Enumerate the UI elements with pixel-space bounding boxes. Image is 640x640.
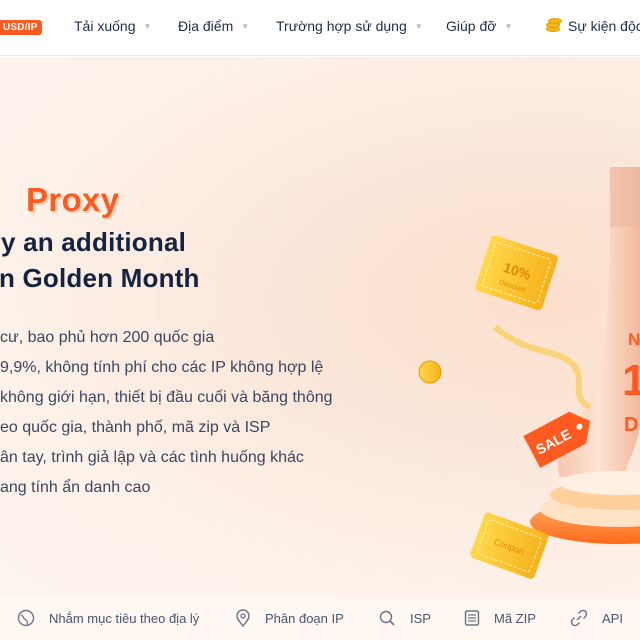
- link-label: Mã ZIP: [494, 610, 536, 626]
- chevron-down-icon: ▼: [414, 21, 423, 31]
- link-ip-segment[interactable]: Phân đoạn IP: [235, 609, 344, 627]
- nav-item-label: Trường hợp sử dụng: [276, 18, 407, 34]
- link-icon: [570, 609, 588, 627]
- link-label: API: [602, 610, 623, 626]
- promo-text-partial-1: N: [628, 330, 640, 349]
- chevron-down-icon: ▼: [504, 21, 513, 31]
- zip-list-icon: [464, 610, 480, 626]
- feature-item: eo quốc gia, thành phố, mã zip và ISP: [0, 419, 271, 436]
- link-label: Phân đoạn IP: [265, 610, 344, 626]
- search-icon: [379, 610, 395, 626]
- coins-icon: [544, 18, 562, 34]
- nav-item-locations[interactable]: Địa điểm ▼: [178, 18, 249, 34]
- brand-title: Proxy: [26, 181, 120, 218]
- nav-item-label: Giúp đỡ: [446, 18, 497, 34]
- nav-item-download[interactable]: Tải xuống ▼: [74, 18, 151, 34]
- feature-item: không giới hạn, thiết bị đầu cuối và băn…: [0, 389, 333, 406]
- location-pin-icon: [236, 609, 250, 627]
- link-label: Nhắm mục tiêu theo địa lý: [49, 610, 200, 626]
- nav-item-label: Sự kiện độc: [568, 18, 640, 34]
- promo-illustration: 10% Discount SALE Coupon N 1 D: [418, 167, 640, 579]
- nav-item-use-cases[interactable]: Trường hợp sử dụng ▼: [276, 18, 423, 34]
- link-api[interactable]: API: [570, 609, 623, 627]
- promo-text-partial-2: 1: [622, 356, 640, 405]
- discount-ticket: 10% Discount: [475, 235, 558, 311]
- nav-item-help[interactable]: Giúp đỡ ▼: [446, 18, 512, 34]
- link-label: ISP: [410, 610, 431, 626]
- headline-line-1: y an additional: [1, 227, 187, 257]
- nav-item-label: Tải xuống: [74, 18, 136, 34]
- chevron-down-icon: ▼: [143, 21, 152, 31]
- price-badge: USD/IP: [0, 20, 42, 35]
- promo-text-partial-3: D: [624, 414, 638, 436]
- feature-item: ân tay, trình giả lập và các tình huống …: [0, 449, 304, 466]
- headline-line-2: n Golden Month: [0, 263, 200, 293]
- link-zip[interactable]: Mã ZIP: [464, 609, 536, 627]
- link-isp[interactable]: ISP: [378, 609, 431, 627]
- chevron-down-icon: ▼: [241, 21, 250, 31]
- feature-links-bar: Nhắm mục tiêu theo địa lý Phân đoạn IP I…: [0, 597, 640, 640]
- top-nav: USD/IP Tải xuống ▼ Địa điểm ▼ Trường hợp…: [0, 0, 640, 56]
- link-geo-targeting[interactable]: Nhắm mục tiêu theo địa lý: [17, 609, 199, 627]
- hero-banner: Proxy y an additional n Golden Month cư,…: [0, 57, 640, 597]
- nav-item-label: Địa điểm: [178, 18, 234, 34]
- nav-item-events[interactable]: Sự kiện độc: [544, 18, 640, 34]
- globe-icon: [17, 609, 35, 627]
- feature-item: 9,9%, không tính phí cho các IP không hợ…: [0, 359, 324, 376]
- feature-item: cư, bao phủ hơn 200 quốc gia: [0, 329, 215, 346]
- feature-item: ang tính ẩn danh cao: [0, 479, 151, 496]
